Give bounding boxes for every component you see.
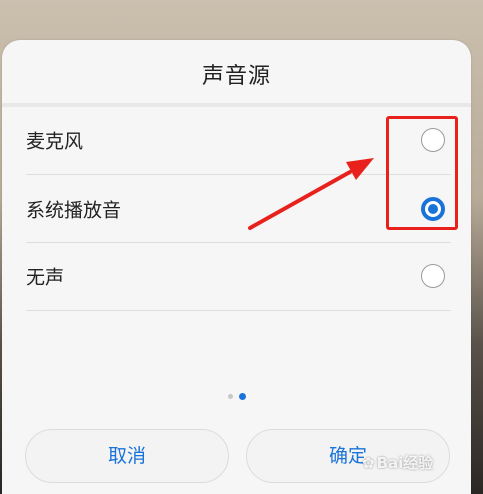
dialog-title: 声音源 [201,64,271,89]
screen-background: 声音源 麦克风 系统播放音 无声 取消 确定 ✿ Bai经验 [0,0,483,494]
cancel-button[interactable]: 取消 [25,429,229,483]
annotation-highlight-box [386,116,458,230]
sound-source-dialog: 声音源 麦克风 系统播放音 无声 取消 确定 [2,40,471,494]
option-label-system-audio: 系统播放音 [26,199,122,222]
page-dot [227,394,233,399]
option-label-microphone: 麦克风 [26,130,84,153]
watermark: ✿ Bai经验 [362,452,433,473]
watermark-text: Bai经验 [376,454,434,472]
radio-mute[interactable] [421,264,445,288]
page-indicator [2,386,471,400]
option-label-mute: 无声 [26,266,65,289]
option-mute[interactable]: 无声 [2,243,471,309]
page-dot-active [238,393,246,400]
row-divider [26,310,451,311]
paw-icon: ✿ [362,454,375,472]
